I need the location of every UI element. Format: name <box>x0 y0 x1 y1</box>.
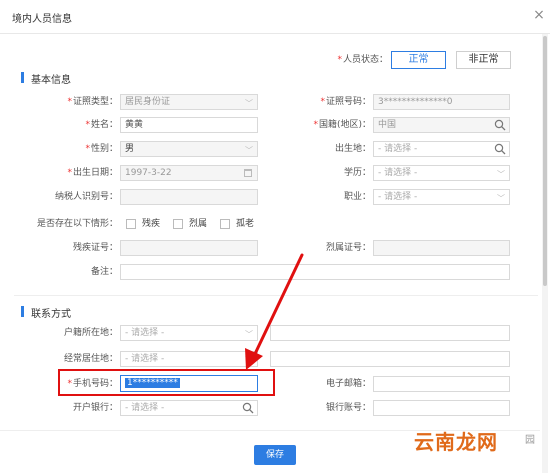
id-number-input[interactable]: 3**************0 <box>373 94 510 110</box>
martyr-option-label: 烈属 <box>189 219 208 229</box>
watermark-suffix: 园 <box>525 435 535 446</box>
nationality-select[interactable]: 中国 <box>373 117 510 133</box>
calendar-icon <box>244 169 252 177</box>
nationality-label: *国籍(地区)： <box>313 120 371 130</box>
disability-number-input[interactable] <box>120 240 258 256</box>
section-basic-marker <box>21 72 24 83</box>
occupation-label: 职业： <box>343 192 371 202</box>
disabled-checkbox[interactable] <box>126 219 136 229</box>
disabled-option-label: 残疾 <box>142 219 161 229</box>
search-icon <box>494 119 506 131</box>
birthdate-input[interactable]: 1997-3-22 <box>120 165 258 181</box>
martyr-number-input[interactable] <box>373 240 510 256</box>
dialog-title: 境内人员信息 <box>12 14 72 25</box>
birthplace-label: 出生地： <box>334 144 371 154</box>
name-input[interactable]: 黄黄 <box>120 117 258 133</box>
email-label: 电子邮箱： <box>325 379 371 389</box>
remark-label: 备注： <box>90 267 118 277</box>
situation-label: 是否存在以下情形： <box>36 219 118 229</box>
id-number-label: *证照号码： <box>320 97 371 107</box>
taxid-input[interactable] <box>120 189 258 205</box>
search-icon <box>494 143 506 155</box>
account-label: 银行账号： <box>325 403 371 413</box>
elderly-checkbox[interactable] <box>220 219 230 229</box>
gender-label: *性别： <box>85 144 118 154</box>
household-select[interactable]: - 请选择 - ﹀ <box>120 325 258 341</box>
section-basic-title: 基本信息 <box>31 75 71 86</box>
bank-label: 开户银行： <box>72 403 118 413</box>
gender-select[interactable]: 男 ﹀ <box>120 141 258 157</box>
dialog-titlebar <box>0 0 550 34</box>
email-input[interactable] <box>373 376 510 392</box>
education-select[interactable]: - 请选择 - ﹀ <box>373 165 510 181</box>
status-abnormal-button[interactable]: 非正常 <box>456 51 511 69</box>
id-type-select[interactable]: 居民身份证 ﹀ <box>120 94 258 110</box>
birthplace-select[interactable]: - 请选择 - <box>373 141 510 157</box>
taxid-label: 纳税人识别号： <box>54 192 118 202</box>
status-label: *人员状态： <box>337 55 388 65</box>
chevron-down-icon: ﹀ <box>245 146 253 155</box>
close-icon[interactable]: × <box>532 7 546 23</box>
education-label: 学历： <box>343 168 371 178</box>
save-button[interactable]: 保存 <box>254 445 296 465</box>
occupation-select[interactable]: - 请选择 - ﹀ <box>373 189 510 205</box>
search-icon <box>242 402 254 414</box>
watermark-logo: 云南龙网 <box>414 430 498 454</box>
section-contact-title: 联系方式 <box>31 309 71 320</box>
birthdate-label: *出生日期： <box>67 168 118 178</box>
annotation-arrow-icon <box>245 253 304 370</box>
scrollbar-thumb[interactable] <box>543 36 547 286</box>
martyr-checkbox[interactable] <box>173 219 183 229</box>
residence-label: 经常居住地： <box>63 354 118 364</box>
section-contact-marker <box>21 306 24 317</box>
name-label: *姓名： <box>85 120 118 130</box>
chevron-down-icon: ﹀ <box>245 99 253 108</box>
status-normal-button[interactable]: 正常 <box>391 51 446 69</box>
household-label: 户籍所在地： <box>63 328 118 338</box>
elderly-option-label: 孤老 <box>236 219 255 229</box>
id-type-label: *证照类型： <box>67 97 118 107</box>
residence-select[interactable]: - 请选择 -﹀ <box>120 351 258 367</box>
remark-input[interactable] <box>120 264 510 280</box>
account-input[interactable] <box>373 400 510 416</box>
bank-select[interactable]: - 请选择 - <box>120 400 258 416</box>
disability-number-label: 残疾证号： <box>72 243 118 253</box>
chevron-down-icon: ﹀ <box>497 170 505 179</box>
chevron-down-icon: ﹀ <box>497 194 505 203</box>
